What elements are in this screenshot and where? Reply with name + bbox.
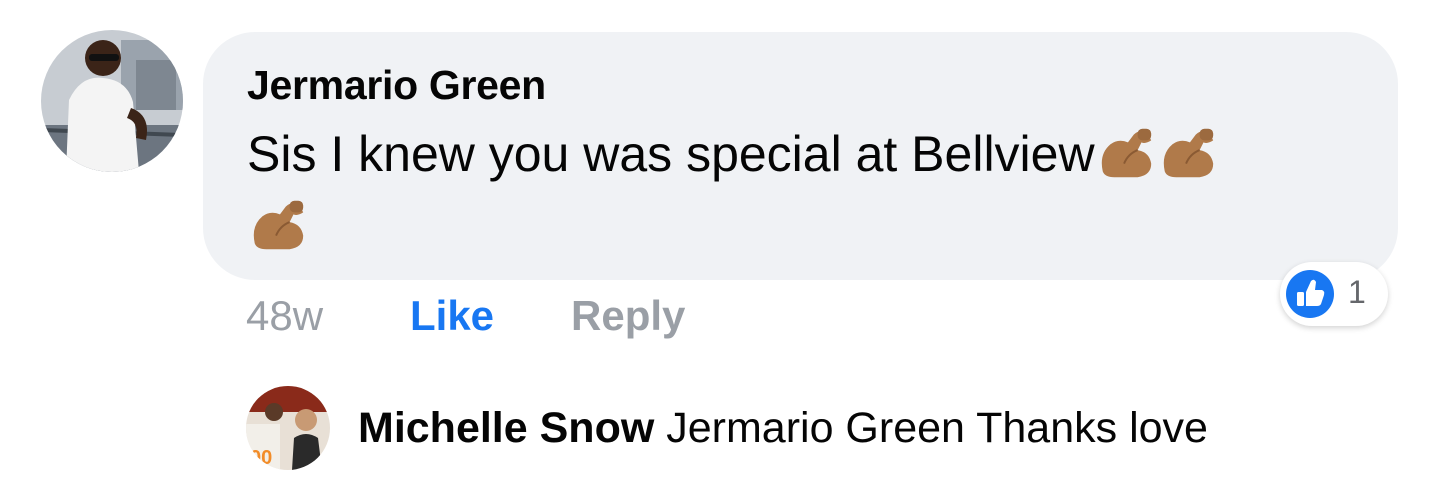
like-button[interactable]: Like xyxy=(410,292,494,340)
avatar-michelle-snow[interactable]: 00 xyxy=(246,386,330,470)
reply-line: Michelle Snow Jermario Green Thanks love xyxy=(358,404,1208,453)
comment-text: Sis I knew you was special at Bellview xyxy=(247,118,1367,262)
svg-text:00: 00 xyxy=(250,447,272,469)
flexed-biceps-icon xyxy=(1163,128,1213,178)
reply-text: Jermario Green Thanks love xyxy=(666,404,1208,452)
reply-button[interactable]: Reply xyxy=(571,292,685,340)
comment-timestamp[interactable]: 48w xyxy=(246,292,323,340)
avatar-jermario-green[interactable] xyxy=(41,30,183,172)
thumbs-up-icon xyxy=(1286,270,1334,318)
comment-body: Sis I knew you was special at Bellview xyxy=(247,126,1095,182)
flexed-biceps-icon xyxy=(253,200,304,250)
reply-author[interactable]: Michelle Snow xyxy=(358,404,654,452)
reaction-count: 1 xyxy=(1348,274,1366,310)
reaction-summary[interactable]: 1 xyxy=(1280,262,1388,326)
comment-author[interactable]: Jermario Green xyxy=(247,62,546,109)
flexed-biceps-icon xyxy=(1101,128,1151,178)
